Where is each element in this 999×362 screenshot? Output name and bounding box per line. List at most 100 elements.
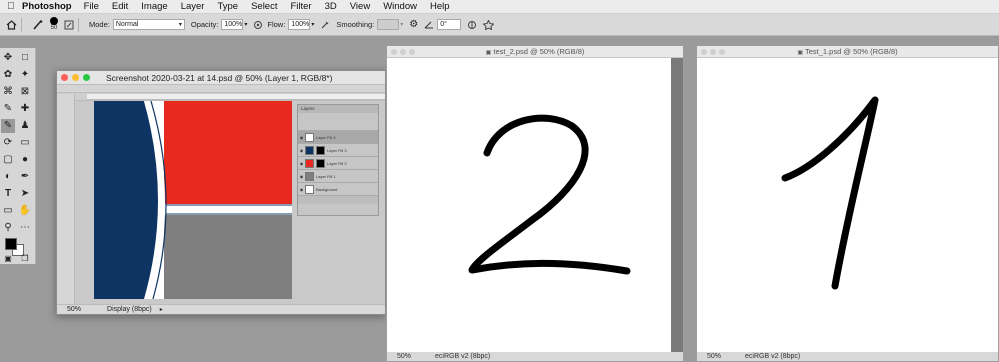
mode-select[interactable]: Normal ▾ (112, 19, 185, 30)
zoom-button[interactable] (719, 49, 725, 55)
layer-thumbnail (305, 158, 314, 168)
document-canvas[interactable] (697, 58, 988, 358)
symmetry-icon[interactable] (483, 19, 495, 30)
hand-tool-icon[interactable]: ✋ (18, 204, 32, 218)
quick-selection-tool-icon[interactable]: ✦ (18, 68, 32, 82)
brush-tool-icon[interactable]: ✎ (1, 119, 15, 133)
crop-tool-icon[interactable]: ⌘ (1, 85, 15, 99)
layers-panel: Layers ◉ Layer Fill 4 ◉ Layer Fill 3 ◉ L… (297, 104, 379, 216)
menu-3d[interactable]: 3D (325, 1, 337, 12)
document-canvas[interactable] (387, 58, 673, 358)
screenshot-document-window[interactable]: Screenshot 2020-03-21 at 14.psd @ 50% (L… (56, 70, 386, 315)
menu-file[interactable]: File (84, 1, 99, 12)
path-selection-tool-icon[interactable]: ➤ (18, 187, 32, 201)
minimize-button[interactable] (72, 74, 79, 81)
eye-icon[interactable]: ◉ (298, 148, 305, 153)
eye-icon[interactable]: ◉ (298, 187, 305, 192)
frame-tool-icon[interactable]: ⊠ (18, 85, 32, 99)
layer-row[interactable]: ◉ Layer Fill 2 (298, 157, 378, 170)
opacity-input[interactable]: 100% (221, 19, 244, 30)
window-title: test_2.psd @ 50% (RGB/8) (493, 47, 585, 56)
move-tool-icon[interactable]: ✥ (1, 51, 15, 65)
pressure-size-icon[interactable] (467, 20, 477, 30)
dodge-tool-icon[interactable]: ◐ (1, 170, 15, 184)
menu-type[interactable]: Type (217, 1, 238, 12)
healing-brush-tool-icon[interactable]: ✚ (18, 102, 32, 116)
opacity-label: Opacity: (190, 20, 219, 29)
eye-icon[interactable]: ◉ (298, 161, 305, 166)
test2-document-window[interactable]: ▣ test_2.psd @ 50% (RGB/8) 50% eciRGB v2… (386, 45, 684, 362)
flow-input[interactable]: 100% (288, 19, 311, 30)
layer-name: Layer Fill 3 (327, 147, 347, 153)
layer-row[interactable]: ◉ Layer Fill 1 (298, 170, 378, 183)
zoom-level[interactable]: 50% (67, 306, 81, 313)
chevron-down-icon[interactable]: ▾ (400, 21, 403, 28)
app-menu[interactable]: Photoshop (22, 1, 72, 12)
close-button[interactable] (61, 74, 68, 81)
status-bar: 50% eciRGB v2 (8bpc) (697, 352, 998, 361)
zoom-level[interactable]: 50% (707, 353, 721, 360)
lasso-tool-icon[interactable]: ✿ (1, 68, 15, 82)
eraser-tool-icon[interactable]: ▭ (18, 136, 32, 150)
gradient-tool-icon[interactable]: ▢ (1, 153, 15, 167)
brush-tool-preset-icon[interactable] (32, 19, 44, 30)
document-status: Display (8bpc) (107, 306, 152, 313)
close-button[interactable] (391, 49, 397, 55)
window-title-bar[interactable]: ▣ test_2.psd @ 50% (RGB/8) (387, 46, 683, 58)
angle-input[interactable]: 0° (437, 19, 462, 30)
zoom-button[interactable] (409, 49, 415, 55)
minimize-button[interactable] (400, 49, 406, 55)
layer-thumbnail (305, 132, 314, 142)
blur-tool-icon[interactable]: ● (18, 153, 32, 167)
airbrush-icon[interactable] (320, 20, 330, 30)
brush-size-picker[interactable]: 50 (50, 17, 58, 32)
gear-icon[interactable]: ⚙ (409, 19, 418, 30)
eye-icon[interactable]: ◉ (298, 135, 305, 140)
foreground-color-swatch[interactable] (5, 238, 17, 250)
window-title-bar[interactable]: Screenshot 2020-03-21 at 14.psd @ 50% (L… (57, 71, 385, 85)
marquee-tool-icon[interactable]: □ (18, 51, 32, 65)
menu-window[interactable]: Window (383, 1, 417, 12)
menu-select[interactable]: Select (251, 1, 277, 12)
type-tool-icon[interactable]: T (1, 187, 15, 201)
menu-help[interactable]: Help (430, 1, 450, 12)
layer-name: Layer Fill 1 (316, 173, 336, 179)
home-icon[interactable] (6, 19, 17, 30)
test1-document-window[interactable]: ▣ Test_1.psd @ 50% (RGB/8) 50% eciRGB v2… (696, 45, 999, 362)
window-title-bar[interactable]: ▣ Test_1.psd @ 50% (RGB/8) (697, 46, 998, 58)
smoothing-input[interactable] (377, 19, 400, 30)
menu-layer[interactable]: Layer (181, 1, 205, 12)
edit-toolbar-icon[interactable]: ⋯ (18, 221, 32, 235)
chevron-right-icon[interactable]: ▸ (160, 306, 163, 313)
vertical-scrollbar[interactable] (671, 58, 683, 358)
zoom-tool-icon[interactable]: ⚲ (1, 221, 15, 235)
rectangle-tool-icon[interactable]: ▭ (1, 204, 15, 218)
layer-row[interactable]: ◉ Layer Fill 3 (298, 144, 378, 157)
document-status: eciRGB v2 (8bpc) (435, 353, 491, 360)
document-canvas[interactable] (94, 101, 292, 299)
close-button[interactable] (701, 49, 707, 55)
minimize-button[interactable] (710, 49, 716, 55)
menu-edit[interactable]: Edit (112, 1, 128, 12)
zoom-button[interactable] (83, 74, 90, 81)
zoom-level[interactable]: 50% (397, 353, 411, 360)
apple-icon[interactable]:  (0, 1, 22, 12)
chevron-down-icon[interactable]: ▾ (244, 21, 247, 28)
quick-mask-icon[interactable]: ▣ (1, 252, 15, 266)
brush-settings-icon[interactable] (64, 20, 74, 30)
layer-row[interactable]: ◉ Background (298, 183, 378, 196)
clone-stamp-tool-icon[interactable]: ♟ (18, 119, 32, 133)
document-status: eciRGB v2 (8bpc) (745, 353, 801, 360)
pen-tool-icon[interactable]: ✒ (18, 170, 32, 184)
history-brush-tool-icon[interactable]: ⟳ (1, 136, 15, 150)
options-bar: 50 Mode: Normal ▾ Opacity: 100% ▾ Flow: … (0, 14, 999, 36)
layer-row[interactable]: ◉ Layer Fill 4 (298, 131, 378, 144)
eyedropper-tool-icon[interactable]: ✎ (1, 102, 15, 116)
pressure-opacity-icon[interactable] (253, 20, 263, 30)
screen-mode-icon[interactable]: ❐ (18, 252, 32, 266)
chevron-down-icon[interactable]: ▾ (311, 21, 314, 28)
menu-image[interactable]: Image (141, 1, 167, 12)
eye-icon[interactable]: ◉ (298, 174, 305, 179)
menu-view[interactable]: View (350, 1, 370, 12)
menu-filter[interactable]: Filter (290, 1, 311, 12)
